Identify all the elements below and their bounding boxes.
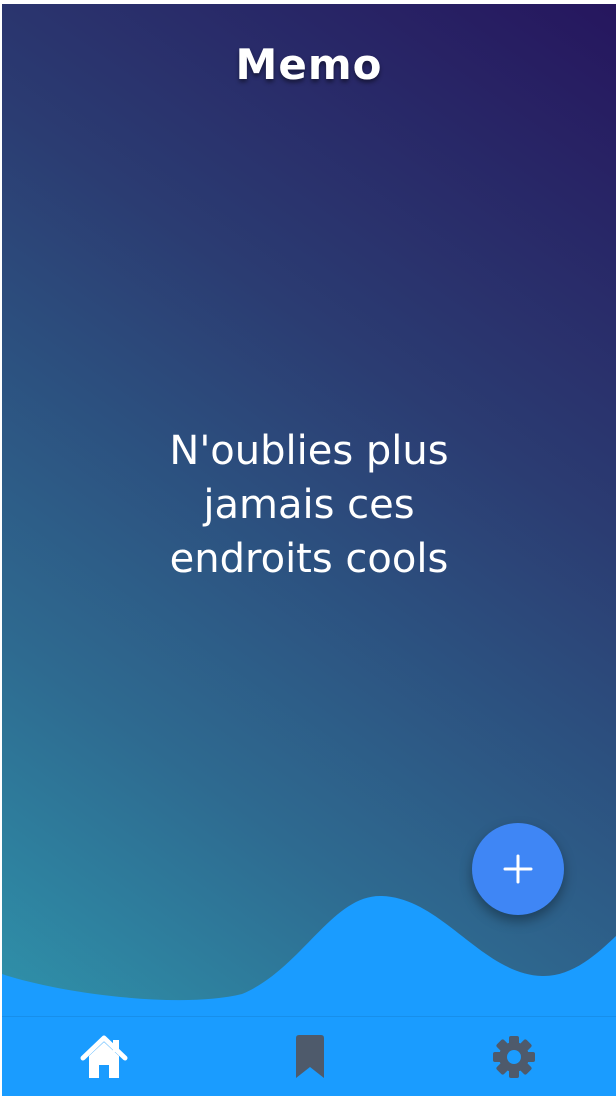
tagline-line: endroits cools <box>169 536 449 582</box>
bookmark-icon <box>296 1035 324 1078</box>
app-title: Memo <box>235 40 383 89</box>
app-screen: Memo N'oublies plus jamais ces endroits … <box>2 4 616 1096</box>
bottom-navigation <box>2 1016 616 1096</box>
nav-item-home[interactable] <box>64 1017 144 1096</box>
nav-item-bookmarks[interactable] <box>270 1017 350 1096</box>
gear-icon <box>493 1036 535 1078</box>
tagline-line: N'oublies plus <box>169 428 449 474</box>
tagline: N'oublies plus jamais ces endroits cools <box>2 424 616 586</box>
tagline-line: jamais ces <box>203 482 415 528</box>
add-button[interactable] <box>472 823 564 915</box>
plus-icon <box>503 854 533 884</box>
home-icon <box>80 1035 128 1078</box>
nav-item-settings[interactable] <box>474 1017 554 1096</box>
